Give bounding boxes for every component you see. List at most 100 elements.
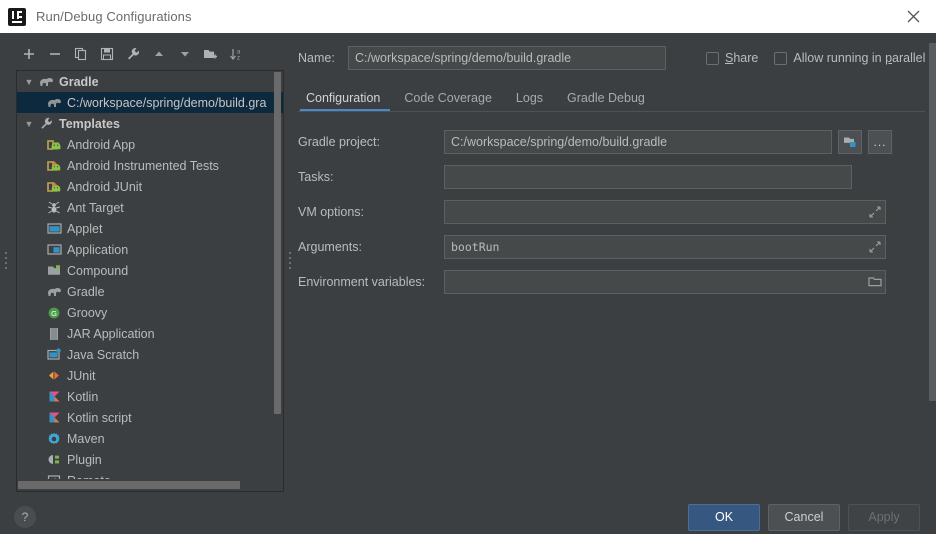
checkbox-box[interactable] <box>774 52 787 65</box>
left-resize-grip[interactable] <box>0 33 14 492</box>
save-configuration-button[interactable] <box>94 42 120 66</box>
kotlin-icon <box>45 389 63 405</box>
tab-gradle-debug[interactable]: Gradle Debug <box>555 91 657 112</box>
tree-node-maven[interactable]: Maven <box>17 428 283 449</box>
tree-node-remote[interactable]: Remote <box>17 470 283 479</box>
name-input[interactable]: C:/workspace/spring/demo/build.gradle <box>348 46 666 70</box>
arguments-input[interactable]: bootRun <box>444 235 886 259</box>
junit-icon <box>45 368 63 384</box>
remote-icon <box>45 473 63 480</box>
editor-vertical-scrollbar[interactable] <box>928 43 936 486</box>
tasks-input[interactable] <box>444 165 852 189</box>
window-title: Run/Debug Configurations <box>36 9 192 24</box>
panel-splitter[interactable] <box>284 33 298 492</box>
tree-node-groovy[interactable]: G Groovy <box>17 302 283 323</box>
tree-node-android-instrumented-tests[interactable]: Android Instrumented Tests <box>17 155 283 176</box>
checkbox-group: Share Allow running in parallel <box>706 51 925 65</box>
tree-vertical-scrollbar-thumb[interactable] <box>274 72 281 414</box>
svg-text:z: z <box>237 56 240 62</box>
tree-node-kotlin[interactable]: Kotlin <box>17 386 283 407</box>
gradle-project-input[interactable]: C:/workspace/spring/demo/build.gradle <box>444 130 832 154</box>
tree-node-android-app[interactable]: Android App <box>17 134 283 155</box>
android-app-icon <box>45 137 63 153</box>
tree-node-label: Compound <box>67 264 128 278</box>
help-button[interactable]: ? <box>14 506 36 528</box>
allow-parallel-checkbox[interactable]: Allow running in parallel <box>774 51 925 65</box>
vm-options-label: VM options: <box>298 205 444 219</box>
tasks-row: Tasks: <box>298 165 925 189</box>
tab-configuration[interactable]: Configuration <box>298 91 392 112</box>
dialog-footer: ? OK Cancel Apply <box>0 492 936 534</box>
tree-node-label: Android Instrumented Tests <box>67 159 219 173</box>
footer-buttons: OK Cancel Apply <box>688 504 920 531</box>
gradle-project-browse-button[interactable]: ... <box>868 130 892 154</box>
arguments-field-group: bootRun <box>444 235 886 259</box>
expand-icon[interactable] <box>868 240 882 254</box>
tree-horizontal-scrollbar-thumb[interactable] <box>18 481 240 489</box>
add-configuration-button[interactable] <box>16 42 42 66</box>
share-checkbox[interactable]: Share <box>706 51 758 65</box>
chevron-down-icon[interactable]: ▼ <box>21 119 37 129</box>
copy-configuration-button[interactable] <box>68 42 94 66</box>
cancel-button[interactable]: Cancel <box>768 504 840 531</box>
plugin-icon <box>45 452 63 468</box>
configurations-panel: a z ▼ Gradle <box>14 33 284 492</box>
checkbox-box[interactable] <box>706 52 719 65</box>
tree-node-gradle-group[interactable]: ▼ Gradle <box>17 71 283 92</box>
chevron-down-icon[interactable]: ▼ <box>21 77 37 87</box>
gradle-elephant-icon <box>45 95 63 111</box>
folder-icon[interactable] <box>868 275 882 289</box>
tab-code-coverage[interactable]: Code Coverage <box>392 91 504 112</box>
environment-variables-input[interactable] <box>444 270 886 294</box>
tree-node-kotlin-script[interactable]: Kotlin script <box>17 407 283 428</box>
tree-node-gradle-template[interactable]: Gradle <box>17 281 283 302</box>
tree-node-build-gradle[interactable]: C:/workspace/spring/demo/build.gra <box>17 92 283 113</box>
title-bar: Run/Debug Configurations <box>0 0 936 33</box>
apply-button[interactable]: Apply <box>848 504 920 531</box>
remove-configuration-button[interactable] <box>42 42 68 66</box>
move-up-button[interactable] <box>146 42 172 66</box>
vm-options-row: VM options: <box>298 200 925 224</box>
tree-vertical-scrollbar[interactable] <box>273 72 282 478</box>
environment-variables-row: Environment variables: <box>298 270 925 294</box>
tree-horizontal-scrollbar[interactable] <box>18 480 282 490</box>
wrench-icon <box>37 116 55 132</box>
tree-node-label: JUnit <box>67 369 95 383</box>
expand-icon[interactable] <box>868 205 882 219</box>
configurations-tree[interactable]: ▼ Gradle C:/workspace/spring/demo/build.… <box>16 70 284 492</box>
ok-button[interactable]: OK <box>688 504 760 531</box>
arguments-row: Arguments: bootRun <box>298 235 925 259</box>
tree-node-label: Templates <box>59 117 120 131</box>
tasks-field-group <box>444 165 852 189</box>
tree-node-templates-group[interactable]: ▼ Templates <box>17 113 283 134</box>
close-icon[interactable] <box>890 0 936 33</box>
gradle-project-browse-label: ... <box>873 136 886 148</box>
edit-templates-button[interactable] <box>120 42 146 66</box>
application-icon <box>45 242 63 258</box>
svg-text:G: G <box>51 309 57 318</box>
android-test-icon <box>45 158 63 174</box>
module-select-icon[interactable] <box>838 130 862 154</box>
environment-variables-field-group <box>444 270 886 294</box>
vm-options-field-group <box>444 200 886 224</box>
tree-node-android-junit[interactable]: Android JUnit <box>17 176 283 197</box>
tree-node-compound[interactable]: Compound <box>17 260 283 281</box>
groovy-icon: G <box>45 305 63 321</box>
tree-node-applet[interactable]: Applet <box>17 218 283 239</box>
run-debug-configurations-dialog: Run/Debug Configurations <box>0 0 936 534</box>
tree-node-label: Android App <box>67 138 135 152</box>
tree-rows: ▼ Gradle C:/workspace/spring/demo/build.… <box>17 71 283 479</box>
tree-node-junit[interactable]: JUnit <box>17 365 283 386</box>
sort-alpha-icon[interactable]: a z <box>224 42 250 66</box>
vm-options-input[interactable] <box>444 200 886 224</box>
tree-node-ant-target[interactable]: Ant Target <box>17 197 283 218</box>
tree-node-application[interactable]: Application <box>17 239 283 260</box>
tree-node-java-scratch[interactable]: Java Scratch <box>17 344 283 365</box>
new-folder-button[interactable] <box>198 42 224 66</box>
tab-logs[interactable]: Logs <box>504 91 555 112</box>
tree-node-jar-application[interactable]: JAR Application <box>17 323 283 344</box>
move-down-button[interactable] <box>172 42 198 66</box>
maven-gear-icon <box>45 431 63 447</box>
editor-vertical-scrollbar-thumb[interactable] <box>929 43 936 401</box>
tree-node-plugin[interactable]: Plugin <box>17 449 283 470</box>
